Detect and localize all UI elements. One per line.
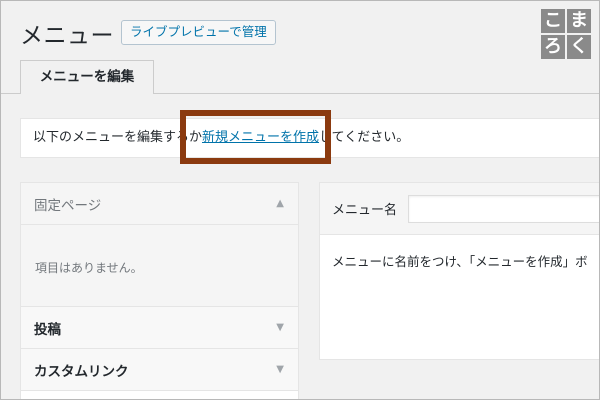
add-menu-items-sidebar: 固定ページ ▲ 項目はありません。 投稿 ▼ カスタムリンク ▼ [20, 182, 299, 400]
section-custom-links-header[interactable]: カスタムリンク ▼ [21, 349, 298, 391]
section-posts-header[interactable]: 投稿 ▼ [21, 307, 298, 349]
logo-char: ま [567, 9, 591, 33]
expand-down-icon: ▼ [276, 364, 284, 375]
menu-instruction: メニューに名前をつけ、「メニューを作成」ボ [332, 254, 588, 269]
site-logo: こ ま ろ く [541, 9, 591, 59]
menu-name-row: メニュー名 [320, 183, 600, 235]
notice-text-after: してください。 [319, 130, 410, 145]
notice-text-before: 以下のメニューを編集するか [33, 130, 203, 145]
page-title: メニュー [20, 23, 114, 49]
section-pages-body: 項目はありません。 [21, 225, 298, 307]
logo-char: ろ [541, 35, 565, 59]
section-pages-header[interactable]: 固定ページ ▲ [21, 183, 298, 225]
menu-name-label: メニュー名 [332, 203, 398, 218]
logo-char: こ [541, 9, 565, 33]
menu-name-input[interactable] [408, 195, 600, 223]
logo-char: く [567, 35, 591, 59]
section-posts-label: 投稿 [34, 321, 61, 338]
menu-structure-panel: メニュー名 メニューに名前をつけ、「メニューを作成」ボ [319, 182, 600, 360]
tab-edit-menu[interactable]: メニューを編集 [20, 60, 154, 94]
section-custom-links-label: カスタムリンク [34, 363, 129, 380]
empty-message: 項目はありません。 [35, 261, 143, 275]
expand-down-icon: ▼ [276, 322, 284, 333]
collapse-up-icon: ▲ [276, 198, 284, 209]
live-preview-button[interactable]: ライブプレビューで管理 [121, 20, 276, 45]
section-pages-label: 固定ページ [34, 197, 102, 214]
highlight-box [180, 110, 331, 164]
